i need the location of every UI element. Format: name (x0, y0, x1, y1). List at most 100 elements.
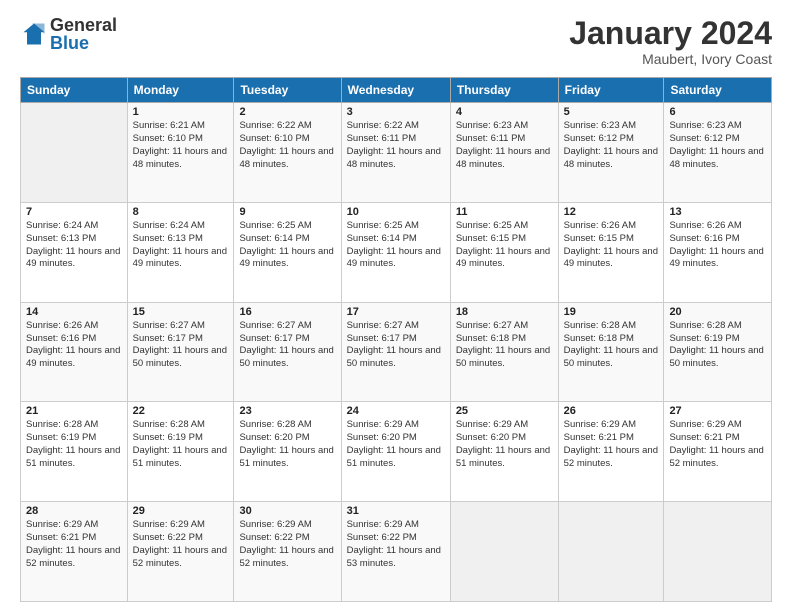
day-info-4-2: Sunrise: 6:29 AMSunset: 6:22 PMDaylight:… (239, 519, 335, 570)
day-number-0-5: 5 (564, 106, 659, 118)
day-cell-2-0: 14 Sunrise: 6:26 AMSunset: 6:16 PMDayligh… (21, 302, 128, 402)
day-cell-3-1: 22Sunrise: 6:28 AMSunset: 6:19 PMDayligh… (127, 402, 234, 502)
day-info-1-1: Sunrise: 6:24 AMSunset: 6:13 PMDaylight:… (133, 220, 229, 271)
day-cell-3-2: 23 Sunrise: 6:28 AMSunset: 6:20 PMDayligh… (234, 402, 341, 502)
day-number-4-2: 30 (239, 505, 335, 517)
day-cell-0-6: 6 Sunrise: 6:23 AMSunset: 6:12 PMDaylight… (664, 103, 772, 203)
calendar-body: 1Sunrise: 6:21 AMSunset: 6:10 PMDaylight… (21, 103, 772, 602)
week-row-1: 7 Sunrise: 6:24 AMSunset: 6:13 PMDaylight… (21, 202, 772, 302)
day-number-3-5: 26 (564, 405, 659, 417)
day-info-1-4: Sunrise: 6:25 AMSunset: 6:15 PMDaylight:… (456, 220, 553, 271)
title-block: January 2024 Maubert, Ivory Coast (569, 16, 772, 67)
day-number-1-1: 8 (133, 206, 229, 218)
week-row-4: 28 Sunrise: 6:29 AMSunset: 6:21 PMDayligh… (21, 502, 772, 602)
day-cell-2-1: 15 Sunrise: 6:27 AMSunset: 6:17 PMDayligh… (127, 302, 234, 402)
day-number-2-3: 17 (347, 306, 445, 318)
day-number-0-3: 3 (347, 106, 445, 118)
day-number-0-4: 4 (456, 106, 553, 118)
location-title: Maubert, Ivory Coast (569, 51, 772, 67)
day-number-3-1: 22 (133, 405, 229, 417)
day-number-2-0: 14 (26, 306, 122, 318)
day-number-4-1: 29 (133, 505, 229, 517)
day-info-2-6: Sunrise: 6:28 AMSunset: 6:19 PMDaylight:… (669, 320, 766, 371)
header: General Blue January 2024 Maubert, Ivory… (20, 16, 772, 67)
day-info-2-4: Sunrise: 6:27 AMSunset: 6:18 PMDaylight:… (456, 320, 553, 371)
day-number-0-2: 2 (239, 106, 335, 118)
day-number-3-3: 24 (347, 405, 445, 417)
day-number-2-6: 20 (669, 306, 766, 318)
col-monday: Monday (127, 78, 234, 103)
week-row-0: 1Sunrise: 6:21 AMSunset: 6:10 PMDaylight… (21, 103, 772, 203)
day-number-3-2: 23 (239, 405, 335, 417)
day-cell-0-0 (21, 103, 128, 203)
day-number-4-3: 31 (347, 505, 445, 517)
col-thursday: Thursday (450, 78, 558, 103)
day-number-0-6: 6 (669, 106, 766, 118)
day-number-4-0: 28 (26, 505, 122, 517)
day-info-1-6: Sunrise: 6:26 AMSunset: 6:16 PMDaylight:… (669, 220, 766, 271)
day-cell-1-0: 7Sunrise: 6:24 AMSunset: 6:13 PMDaylight… (21, 202, 128, 302)
day-cell-1-2: 9 Sunrise: 6:25 AMSunset: 6:14 PMDaylight… (234, 202, 341, 302)
day-info-4-0: Sunrise: 6:29 AMSunset: 6:21 PMDaylight:… (26, 519, 122, 570)
day-number-1-5: 12 (564, 206, 659, 218)
day-info-2-1: Sunrise: 6:27 AMSunset: 6:17 PMDaylight:… (133, 320, 229, 371)
day-cell-0-3: 3 Sunrise: 6:22 AMSunset: 6:11 PMDaylight… (341, 103, 450, 203)
day-number-2-2: 16 (239, 306, 335, 318)
day-info-2-5: Sunrise: 6:28 AMSunset: 6:18 PMDaylight:… (564, 320, 659, 371)
day-number-1-4: 11 (456, 206, 553, 218)
day-info-3-3: Sunrise: 6:29 AMSunset: 6:20 PMDaylight:… (347, 419, 445, 470)
day-number-3-0: 21 (26, 405, 122, 417)
day-cell-1-3: 10 Sunrise: 6:25 AMSunset: 6:14 PMDayligh… (341, 202, 450, 302)
col-sunday: Sunday (21, 78, 128, 103)
day-cell-1-6: 13Sunrise: 6:26 AMSunset: 6:16 PMDayligh… (664, 202, 772, 302)
day-number-1-2: 9 (239, 206, 335, 218)
day-number-3-4: 25 (456, 405, 553, 417)
day-cell-4-3: 31Sunrise: 6:29 AMSunset: 6:22 PMDayligh… (341, 502, 450, 602)
logo-blue: Blue (50, 34, 117, 52)
day-cell-0-1: 1Sunrise: 6:21 AMSunset: 6:10 PMDaylight… (127, 103, 234, 203)
day-info-0-6: Sunrise: 6:23 AMSunset: 6:12 PMDaylight:… (669, 120, 766, 171)
day-cell-3-0: 21 Sunrise: 6:28 AMSunset: 6:19 PMDayligh… (21, 402, 128, 502)
day-info-3-6: Sunrise: 6:29 AMSunset: 6:21 PMDaylight:… (669, 419, 766, 470)
day-info-4-1: Sunrise: 6:29 AMSunset: 6:22 PMDaylight:… (133, 519, 229, 570)
day-info-1-3: Sunrise: 6:25 AMSunset: 6:14 PMDaylight:… (347, 220, 445, 271)
day-cell-1-5: 12 Sunrise: 6:26 AMSunset: 6:15 PMDayligh… (558, 202, 664, 302)
day-info-3-2: Sunrise: 6:28 AMSunset: 6:20 PMDaylight:… (239, 419, 335, 470)
day-cell-1-4: 11 Sunrise: 6:25 AMSunset: 6:15 PMDayligh… (450, 202, 558, 302)
day-info-3-5: Sunrise: 6:29 AMSunset: 6:21 PMDaylight:… (564, 419, 659, 470)
day-cell-2-3: 17 Sunrise: 6:27 AMSunset: 6:17 PMDayligh… (341, 302, 450, 402)
col-friday: Friday (558, 78, 664, 103)
day-cell-3-6: 27 Sunrise: 6:29 AMSunset: 6:21 PMDayligh… (664, 402, 772, 502)
day-info-0-2: Sunrise: 6:22 AMSunset: 6:10 PMDaylight:… (239, 120, 335, 171)
day-number-2-4: 18 (456, 306, 553, 318)
day-cell-4-4 (450, 502, 558, 602)
day-cell-4-2: 30 Sunrise: 6:29 AMSunset: 6:22 PMDayligh… (234, 502, 341, 602)
col-wednesday: Wednesday (341, 78, 450, 103)
week-row-3: 21 Sunrise: 6:28 AMSunset: 6:19 PMDayligh… (21, 402, 772, 502)
day-info-3-0: Sunrise: 6:28 AMSunset: 6:19 PMDaylight:… (26, 419, 122, 470)
day-number-1-0: 7 (26, 206, 122, 218)
day-number-2-5: 19 (564, 306, 659, 318)
day-cell-1-1: 8 Sunrise: 6:24 AMSunset: 6:13 PMDaylight… (127, 202, 234, 302)
day-cell-2-4: 18 Sunrise: 6:27 AMSunset: 6:18 PMDayligh… (450, 302, 558, 402)
day-cell-0-2: 2 Sunrise: 6:22 AMSunset: 6:10 PMDaylight… (234, 103, 341, 203)
day-info-1-2: Sunrise: 6:25 AMSunset: 6:14 PMDaylight:… (239, 220, 335, 271)
day-info-3-4: Sunrise: 6:29 AMSunset: 6:20 PMDaylight:… (456, 419, 553, 470)
day-cell-2-6: 20 Sunrise: 6:28 AMSunset: 6:19 PMDayligh… (664, 302, 772, 402)
day-cell-4-6 (664, 502, 772, 602)
logo-text: General Blue (50, 16, 117, 52)
day-cell-2-5: 19 Sunrise: 6:28 AMSunset: 6:18 PMDayligh… (558, 302, 664, 402)
day-number-3-6: 27 (669, 405, 766, 417)
day-number-1-3: 10 (347, 206, 445, 218)
day-info-2-3: Sunrise: 6:27 AMSunset: 6:17 PMDaylight:… (347, 320, 445, 371)
day-cell-0-5: 5 Sunrise: 6:23 AMSunset: 6:12 PMDaylight… (558, 103, 664, 203)
day-info-2-0: Sunrise: 6:26 AMSunset: 6:16 PMDaylight:… (26, 320, 122, 371)
day-number-2-1: 15 (133, 306, 229, 318)
day-info-0-5: Sunrise: 6:23 AMSunset: 6:12 PMDaylight:… (564, 120, 659, 171)
day-cell-3-5: 26 Sunrise: 6:29 AMSunset: 6:21 PMDayligh… (558, 402, 664, 502)
day-cell-3-3: 24 Sunrise: 6:29 AMSunset: 6:20 PMDayligh… (341, 402, 450, 502)
day-info-1-5: Sunrise: 6:26 AMSunset: 6:15 PMDaylight:… (564, 220, 659, 271)
day-info-0-1: Sunrise: 6:21 AMSunset: 6:10 PMDaylight:… (133, 120, 229, 171)
day-cell-2-2: 16Sunrise: 6:27 AMSunset: 6:17 PMDayligh… (234, 302, 341, 402)
day-info-0-3: Sunrise: 6:22 AMSunset: 6:11 PMDaylight:… (347, 120, 445, 171)
